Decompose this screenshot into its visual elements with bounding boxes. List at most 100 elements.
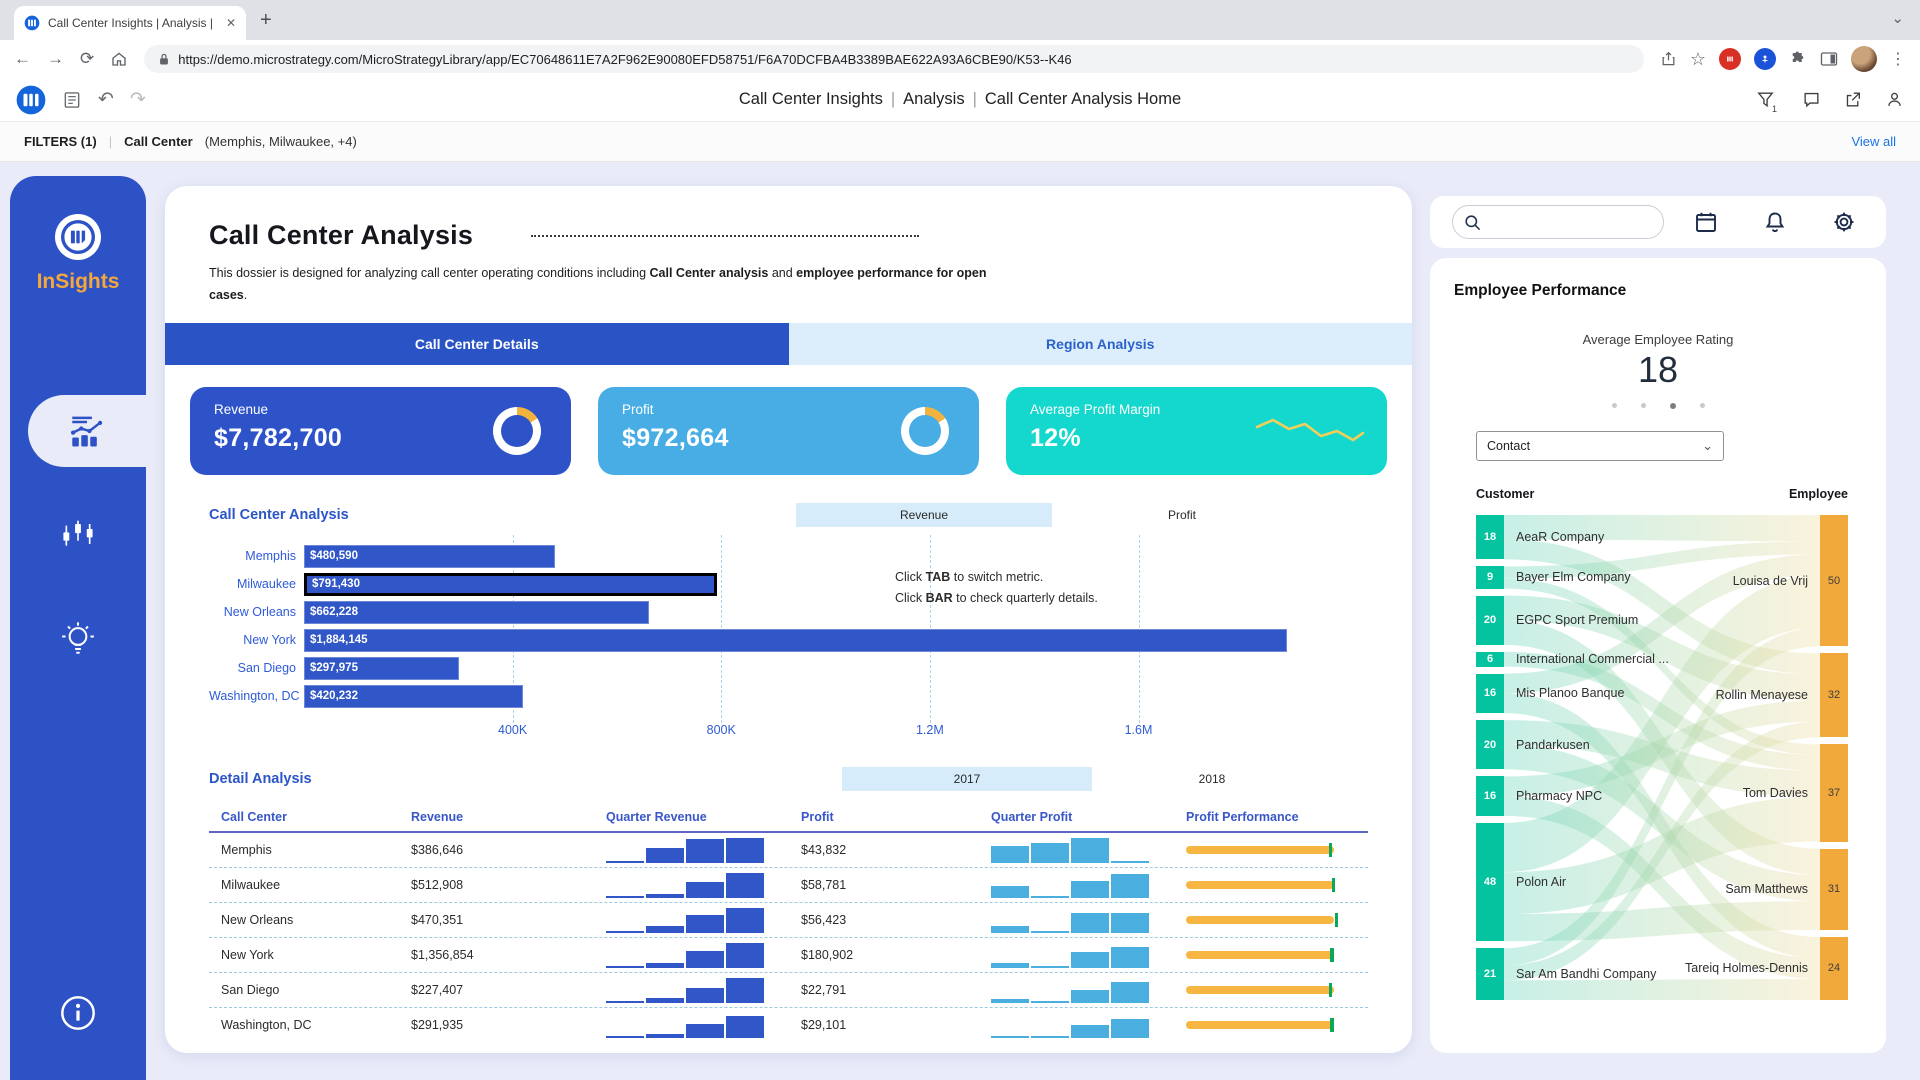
- carousel-dot[interactable]: [1641, 403, 1646, 408]
- kpi-sparkline-icon: [1255, 415, 1365, 447]
- column-header[interactable]: Call Center: [221, 810, 411, 824]
- employee-node[interactable]: 31: [1820, 849, 1848, 930]
- employee-node[interactable]: 37: [1820, 744, 1848, 841]
- revenue-bar[interactable]: $791,430: [304, 573, 717, 596]
- table-row[interactable]: New York$1,356,854$180,902: [209, 938, 1368, 973]
- attribute-dropdown[interactable]: Contact ⌄: [1476, 431, 1724, 461]
- table-row[interactable]: New Orleans$470,351$56,423: [209, 903, 1368, 938]
- notifications-bell-icon[interactable]: [1763, 210, 1787, 234]
- customer-node[interactable]: 21: [1476, 948, 1504, 1000]
- year-tab-2017[interactable]: 2017: [842, 767, 1092, 791]
- carousel-dot[interactable]: [1670, 403, 1676, 409]
- table-of-contents-icon[interactable]: [62, 90, 82, 110]
- column-header[interactable]: Quarter Revenue: [606, 810, 801, 824]
- insights-brand: InSights: [10, 270, 146, 294]
- tab-call-center-details[interactable]: Call Center Details: [165, 323, 789, 365]
- settings-gear-icon[interactable]: [1832, 210, 1856, 234]
- carousel-dot[interactable]: [1700, 403, 1705, 408]
- kpi-label: Revenue: [214, 402, 547, 417]
- sidebar-item-dashboard-active[interactable]: [28, 395, 146, 467]
- insights-logo-icon[interactable]: [55, 214, 101, 260]
- sidebar-info-button[interactable]: [10, 994, 146, 1032]
- customer-label: EGPC Sport Premium: [1516, 613, 1638, 627]
- browser-tab[interactable]: Call Center Insights | Analysis | ✕: [14, 6, 246, 40]
- revenue-bar[interactable]: $662,228: [304, 601, 649, 624]
- extension-badge-red-icon[interactable]: [1719, 48, 1741, 70]
- column-header[interactable]: Revenue: [411, 810, 606, 824]
- search-input[interactable]: [1488, 215, 1648, 230]
- forward-icon[interactable]: →: [47, 49, 64, 69]
- customer-node[interactable]: 16: [1476, 776, 1504, 815]
- calendar-icon[interactable]: [1694, 210, 1718, 234]
- customer-node[interactable]: 9: [1476, 566, 1504, 588]
- sidebar-item-stock-analysis[interactable]: [10, 514, 146, 554]
- view-all-link[interactable]: View all: [1851, 134, 1896, 149]
- table-row[interactable]: San Diego$227,407$22,791: [209, 973, 1368, 1008]
- document-title: Call Center Insights | Analysis | Call C…: [739, 90, 1181, 109]
- customer-node[interactable]: 20: [1476, 720, 1504, 769]
- comments-icon[interactable]: [1802, 90, 1821, 109]
- column-header[interactable]: Profit: [801, 810, 991, 824]
- bar-value-label: $791,430: [312, 578, 360, 590]
- employee-node[interactable]: 50: [1820, 515, 1848, 646]
- quarter-mini-chart: [606, 1012, 766, 1038]
- side-panel-icon[interactable]: [1820, 51, 1838, 67]
- redo-icon[interactable]: ↷: [130, 88, 146, 111]
- address-bar[interactable]: https://demo.microstrategy.com/MicroStra…: [144, 45, 1644, 73]
- kpi-card-average-profit-margin[interactable]: Average Profit Margin12%: [1006, 387, 1387, 475]
- filter-dimension[interactable]: Call Center: [124, 134, 193, 149]
- revenue-bar[interactable]: $480,590: [304, 545, 555, 568]
- home-icon[interactable]: [110, 50, 128, 68]
- dossier-main-card: Call Center Analysis This dossier is des…: [165, 186, 1412, 1053]
- customer-node[interactable]: 6: [1476, 652, 1504, 667]
- profit-performance-bullet: [1186, 913, 1346, 927]
- tab-search-chevron-icon[interactable]: ⌄: [1891, 9, 1904, 27]
- account-icon[interactable]: [1885, 90, 1904, 109]
- share-document-icon[interactable]: [1843, 90, 1863, 109]
- extension-badge-blue-icon[interactable]: [1754, 48, 1776, 70]
- bookmark-star-icon[interactable]: ☆: [1690, 49, 1706, 70]
- reload-icon[interactable]: ⟳: [80, 49, 94, 69]
- customer-label: Polon Air: [1516, 875, 1566, 889]
- search-box[interactable]: [1452, 205, 1664, 239]
- cell-revenue: $227,407: [411, 983, 606, 997]
- kpi-card-revenue[interactable]: Revenue$7,782,700: [190, 387, 571, 475]
- customer-node[interactable]: 18: [1476, 515, 1504, 559]
- filters-label[interactable]: FILTERS (1): [24, 134, 97, 149]
- employee-node[interactable]: 24: [1820, 937, 1848, 1000]
- metric-tab-profit[interactable]: Profit: [1137, 503, 1227, 527]
- filter-panel-icon[interactable]: 1: [1756, 90, 1780, 109]
- extensions-puzzle-icon[interactable]: [1789, 50, 1807, 68]
- table-row[interactable]: Washington, DC$291,935$29,101: [209, 1008, 1368, 1043]
- metric-tab-revenue[interactable]: Revenue: [796, 503, 1052, 527]
- employee-node[interactable]: 32: [1820, 653, 1848, 737]
- customer-node[interactable]: 20: [1476, 596, 1504, 645]
- sidebar-item-insights[interactable]: [10, 618, 146, 660]
- revenue-bar[interactable]: $420,232: [304, 685, 523, 708]
- share-icon[interactable]: [1660, 50, 1677, 68]
- year-tab-2018[interactable]: 2018: [1167, 767, 1257, 791]
- new-tab-button[interactable]: +: [260, 9, 272, 32]
- customer-node[interactable]: 16: [1476, 674, 1504, 713]
- table-row[interactable]: Milwaukee$512,908$58,781: [209, 868, 1368, 903]
- carousel-dot[interactable]: [1612, 403, 1617, 408]
- back-icon[interactable]: ←: [14, 49, 31, 69]
- tab-region-analysis[interactable]: Region Analysis: [789, 323, 1413, 365]
- lightbulb-icon: [58, 618, 98, 660]
- microstrategy-logo-icon[interactable]: [16, 85, 46, 115]
- kpi-card-profit[interactable]: Profit$972,664: [598, 387, 979, 475]
- profile-avatar[interactable]: [1851, 46, 1877, 72]
- table-row[interactable]: Memphis$386,646$43,832: [209, 833, 1368, 868]
- column-header[interactable]: Profit Performance: [1186, 810, 1356, 824]
- undo-icon[interactable]: ↶: [98, 88, 114, 111]
- revenue-bar[interactable]: $1,884,145: [304, 629, 1287, 652]
- profit-performance-bullet: [1186, 983, 1346, 997]
- revenue-bar[interactable]: $297,975: [304, 657, 459, 680]
- customer-node[interactable]: 48: [1476, 823, 1504, 941]
- customer-label: International Commercial ...: [1516, 652, 1669, 666]
- customer-label: Mis Planoo Banque: [1516, 686, 1624, 700]
- browser-menu-kebab-icon[interactable]: ⋮: [1890, 49, 1906, 69]
- filter-values: (Memphis, Milwaukee, +4): [205, 134, 357, 149]
- tab-close-icon[interactable]: ✕: [226, 16, 236, 30]
- column-header[interactable]: Quarter Profit: [991, 810, 1186, 824]
